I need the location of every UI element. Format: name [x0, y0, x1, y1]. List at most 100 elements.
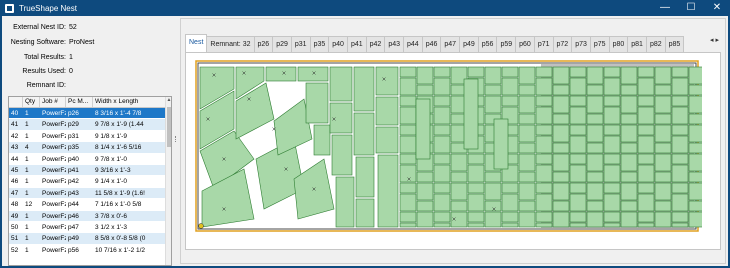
nested-part[interactable] [586, 113, 604, 125]
nested-part[interactable] [433, 66, 451, 78]
nested-part[interactable] [603, 182, 621, 194]
nested-part[interactable] [501, 182, 519, 194]
table-row[interactable]: 45 1 PowerFz p41 9 3/16 x 1'-3 [9, 164, 167, 177]
nested-part[interactable] [569, 106, 587, 125]
nested-part[interactable] [671, 66, 689, 78]
tab-p35[interactable]: p35 [309, 36, 330, 52]
nested-part[interactable] [467, 211, 485, 223]
nested-part[interactable] [467, 193, 485, 212]
nest-drawing[interactable] [194, 59, 702, 235]
nested-part[interactable] [620, 200, 638, 212]
nested-part[interactable] [535, 135, 553, 154]
nested-part[interactable] [620, 171, 638, 183]
grid-scrollbar[interactable]: ▲ [165, 97, 171, 265]
nested-part[interactable] [671, 211, 689, 223]
parts-grid[interactable]: Qty Job # Pc M... Width x Length 40 1 Powe… [8, 96, 172, 266]
nested-part[interactable] [637, 106, 655, 125]
nested-part[interactable] [501, 222, 519, 228]
nested-part[interactable] [654, 153, 672, 172]
nested-part[interactable] [603, 211, 621, 223]
tab-p46[interactable]: p46 [421, 36, 442, 52]
nested-part[interactable] [620, 84, 638, 96]
nested-part[interactable] [586, 66, 604, 85]
nested-part[interactable] [552, 171, 570, 183]
nested-part[interactable] [688, 95, 702, 114]
nested-part[interactable] [399, 182, 417, 194]
nested-part[interactable] [586, 84, 604, 96]
nested-part[interactable] [399, 153, 417, 165]
nested-part[interactable] [552, 124, 570, 143]
minimize-button[interactable]: — [652, 0, 678, 16]
nested-part[interactable] [637, 222, 655, 228]
nested-part[interactable] [671, 164, 689, 183]
nested-part[interactable] [569, 95, 587, 107]
nested-part[interactable] [552, 200, 570, 212]
nested-part[interactable] [688, 153, 702, 172]
nested-part[interactable] [671, 153, 689, 165]
nested-part[interactable] [688, 142, 702, 154]
nested-part[interactable] [501, 95, 519, 107]
nested-part[interactable] [637, 164, 655, 183]
nested-part[interactable] [433, 222, 451, 228]
nested-part[interactable] [467, 164, 485, 183]
nested-part[interactable] [399, 95, 417, 107]
nested-part[interactable] [671, 135, 689, 154]
nested-part[interactable] [329, 66, 353, 102]
nested-part[interactable] [654, 113, 672, 125]
nested-part[interactable] [375, 96, 399, 126]
nested-part[interactable] [569, 182, 587, 194]
nested-part[interactable] [355, 198, 375, 228]
maximize-button[interactable]: ☐ [678, 0, 704, 16]
table-row[interactable]: 50 1 PowerFz p47 3 1/2 x 1'-3 [9, 221, 167, 234]
nested-part[interactable] [353, 66, 375, 112]
tab-p47[interactable]: p47 [440, 36, 461, 52]
nested-part[interactable] [688, 182, 702, 201]
nested-part[interactable] [377, 154, 399, 228]
tab-p56[interactable]: p56 [477, 36, 498, 52]
nested-part[interactable] [654, 84, 672, 96]
nested-part[interactable] [620, 124, 638, 143]
nested-part[interactable] [335, 176, 355, 228]
tab-p26[interactable]: p26 [253, 36, 274, 52]
nested-part[interactable] [535, 124, 553, 136]
nested-part[interactable] [535, 77, 553, 96]
nested-part[interactable] [603, 135, 621, 154]
nested-part[interactable] [654, 95, 672, 114]
nested-part[interactable] [399, 77, 417, 96]
nested-part[interactable] [671, 106, 689, 125]
nested-part[interactable] [518, 124, 536, 143]
nested-part[interactable] [484, 182, 502, 201]
table-row[interactable]: 43 4 PowerFz p35 8 1/4 x 1'-6 5/16 [9, 142, 167, 154]
table-row[interactable]: 42 1 PowerFz p31 9 1/8 x 1'-9 [9, 130, 167, 143]
nested-part[interactable] [433, 106, 451, 125]
tab-p43[interactable]: p43 [384, 36, 404, 52]
nested-part[interactable] [415, 98, 431, 160]
nested-part[interactable] [603, 95, 621, 107]
nested-part[interactable] [467, 153, 485, 165]
nested-part[interactable] [569, 153, 587, 165]
nested-part[interactable] [620, 153, 638, 172]
nested-part[interactable] [586, 95, 604, 114]
nested-part[interactable] [688, 66, 702, 85]
tab-p81[interactable]: p81 [627, 36, 647, 52]
nested-part[interactable] [620, 182, 638, 201]
nested-part[interactable] [637, 135, 655, 154]
nested-part[interactable] [654, 211, 672, 228]
grid-header-qty[interactable]: Qty [23, 97, 40, 107]
nested-part[interactable] [620, 95, 638, 114]
nested-part[interactable] [353, 112, 375, 156]
tab-p75[interactable]: p75 [589, 36, 610, 52]
nested-part[interactable] [467, 66, 485, 78]
nested-part[interactable] [535, 182, 553, 194]
nested-part[interactable] [416, 84, 434, 96]
nested-part[interactable] [637, 124, 655, 136]
tab-p85[interactable]: p85 [664, 36, 685, 52]
tab-p49[interactable]: p49 [459, 36, 479, 52]
nested-part[interactable] [484, 66, 502, 85]
nested-part[interactable] [399, 66, 417, 78]
close-button[interactable]: ✕ [704, 0, 730, 16]
nested-part[interactable] [535, 222, 553, 228]
nested-part[interactable] [518, 113, 536, 125]
nested-part[interactable] [518, 142, 536, 154]
nested-part[interactable] [637, 66, 655, 78]
